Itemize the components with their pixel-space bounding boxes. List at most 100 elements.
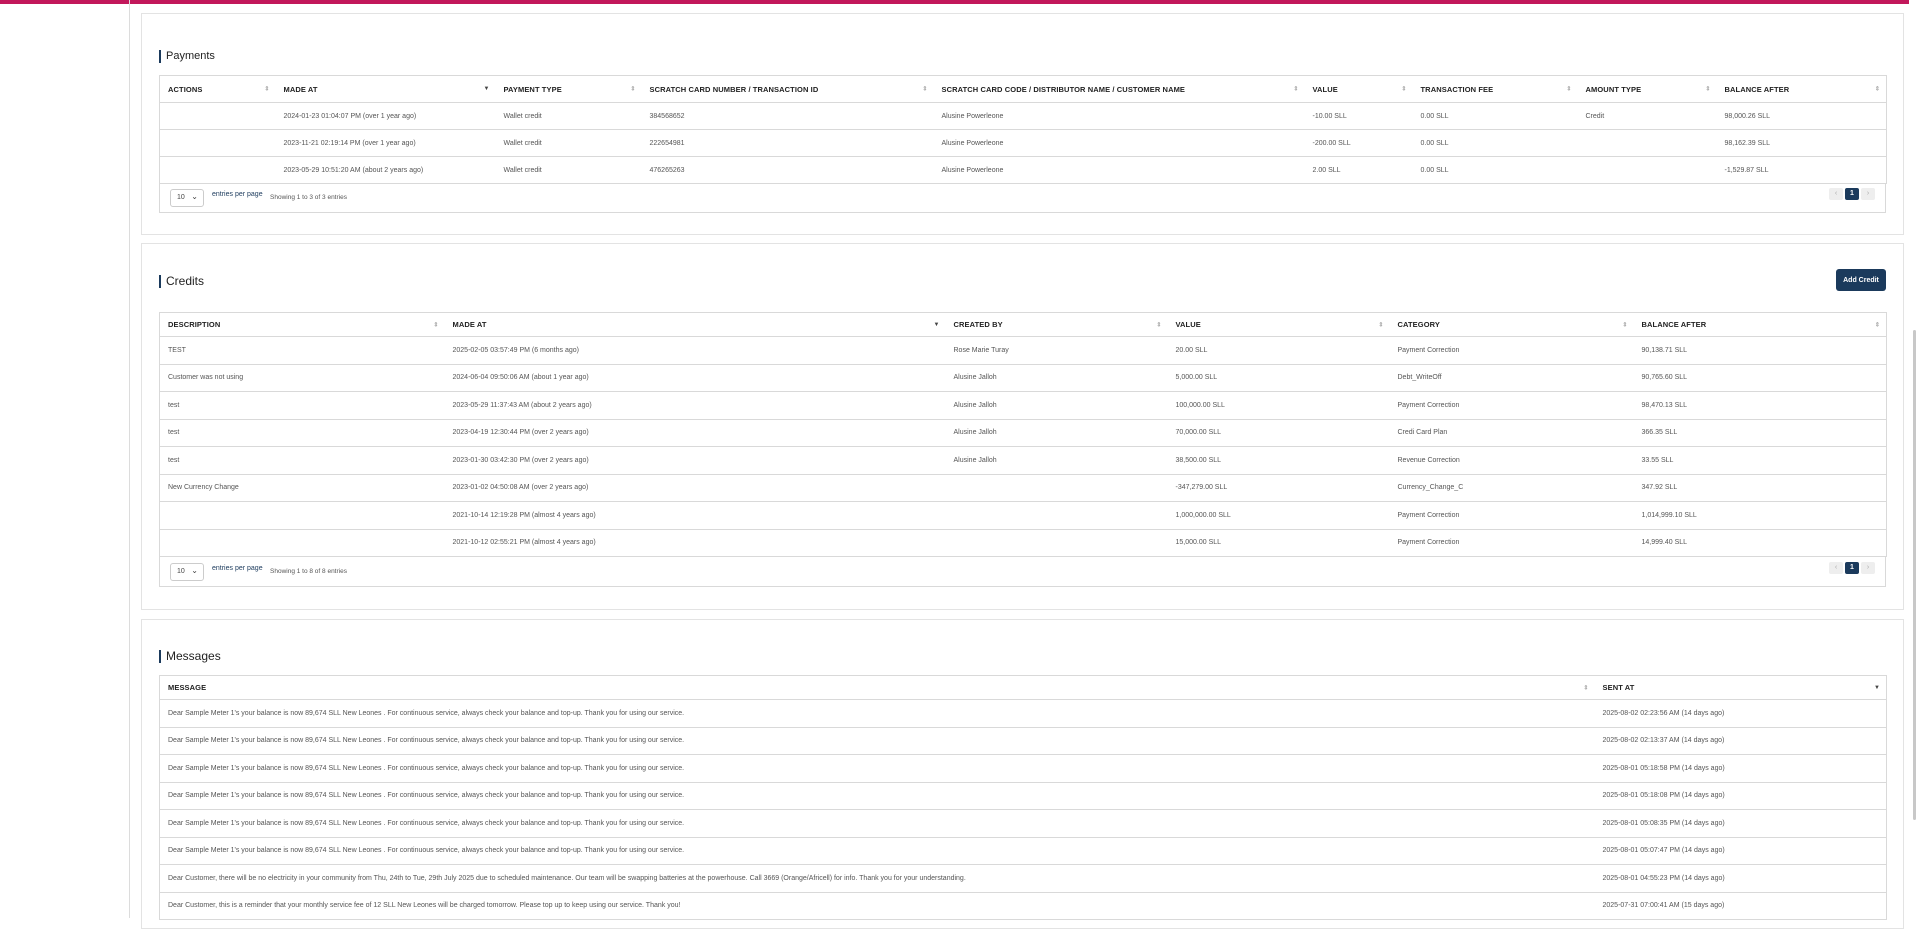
per-page-select[interactable]: 10 ⌄ (170, 189, 204, 207)
sort-icon[interactable]: ⇕ (1401, 86, 1406, 93)
sort-icon[interactable]: ⇕ (1293, 86, 1298, 93)
page-scrollbar[interactable] (1909, 0, 1917, 918)
prev-page-button[interactable]: ‹ (1829, 188, 1843, 200)
cell-category: Payment Correction (1389, 528, 1634, 557)
cell-amount-type (1577, 156, 1717, 184)
cell-message: Dear Sample Meter 1's your balance is no… (159, 809, 1595, 838)
col-header-amount-type[interactable]: AMOUNT TYPE ⇕ (1577, 75, 1717, 103)
credits-table: DESCRIPTION ⇕ MADE AT ▼ CREATED BY ⇕ VALUE ⇕… (159, 312, 1887, 557)
sort-icon[interactable]: ⇕ (1566, 86, 1571, 93)
cell-value: 2.00 SLL (1304, 156, 1413, 184)
cell-category: Payment Correction (1389, 336, 1634, 365)
sort-icon[interactable]: ⇕ (1875, 86, 1880, 93)
sort-icon[interactable]: ⇕ (1583, 684, 1588, 691)
cell-made-at: 2023-01-30 03:42:30 PM (over 2 years ago… (444, 446, 946, 475)
cell-value: 5,000.00 SLL (1167, 363, 1390, 392)
sort-icon[interactable]: ⇕ (264, 86, 269, 93)
cell-value: -347,279.00 SLL (1167, 473, 1390, 502)
cell-message: Dear Customer, there will be no electric… (159, 864, 1595, 893)
table-row: TEST 2025-02-05 03:57:49 PM (6 months ag… (159, 336, 1887, 365)
sort-icon[interactable]: ⇕ (433, 321, 438, 328)
credits-title: Credits (159, 275, 204, 288)
cell-message: Dear Sample Meter 1's your balance is no… (159, 836, 1595, 865)
next-page-button[interactable]: › (1861, 188, 1875, 200)
sort-icon[interactable]: ⇕ (1705, 86, 1710, 93)
cell-value: 100,000.00 SLL (1167, 391, 1390, 420)
cell-actions (159, 102, 276, 130)
pagination: ‹ 1 › (1829, 562, 1875, 574)
add-credit-button[interactable]: Add Credit (1836, 269, 1886, 291)
col-header-sent-at[interactable]: SENT AT ▼ (1594, 675, 1887, 700)
col-header-made-at[interactable]: MADE AT ▼ (444, 312, 946, 337)
col-header-value[interactable]: VALUE ⇕ (1167, 312, 1390, 337)
messages-card: Messages MESSAGE ⇕ SENT AT ▼ Dear Sample M… (141, 619, 1904, 929)
payments-card: Payments ACTIONS ⇕ MADE AT ▼ PAYMENT TYPE ⇕… (141, 13, 1904, 235)
cell-actions (159, 129, 276, 157)
sort-icon[interactable]: ⇕ (1156, 321, 1161, 328)
col-header-balance-after[interactable]: BALANCE AFTER ⇕ (1716, 75, 1887, 103)
col-header-customer-name[interactable]: SCRATCH CARD CODE / DISTRIBUTOR NAME / C… (933, 75, 1305, 103)
cell-created-by: Alusine Jalloh (945, 391, 1168, 420)
payments-title: Payments (159, 50, 215, 63)
table-row: Dear Customer, there will be no electric… (159, 864, 1887, 893)
payments-table: ACTIONS ⇕ MADE AT ▼ PAYMENT TYPE ⇕ SCRATCH … (159, 75, 1887, 184)
col-header-made-at[interactable]: MADE AT ▼ (275, 75, 496, 103)
prev-page-button[interactable]: ‹ (1829, 562, 1843, 574)
col-header-category[interactable]: CATEGORY ⇕ (1389, 312, 1634, 337)
sort-desc-icon[interactable]: ▼ (933, 322, 939, 328)
cell-payment-type: Wallet credit (495, 129, 642, 157)
cell-category: Payment Correction (1389, 391, 1634, 420)
cell-payment-type: Wallet credit (495, 102, 642, 130)
cell-message: Dear Sample Meter 1's your balance is no… (159, 781, 1595, 810)
next-page-button[interactable]: › (1861, 562, 1875, 574)
page-button-current[interactable]: 1 (1845, 188, 1859, 200)
col-header-payment-type[interactable]: PAYMENT TYPE ⇕ (495, 75, 642, 103)
per-page-label: entries per page (212, 565, 263, 572)
col-header-created-by[interactable]: CREATED BY ⇕ (945, 312, 1168, 337)
cell-balance-after: 1,014,999.10 SLL (1633, 501, 1887, 530)
cell-made-at: 2025-02-05 03:57:49 PM (6 months ago) (444, 336, 946, 365)
sort-icon[interactable]: ⇕ (630, 86, 635, 93)
table-row: Dear Customer, this is a reminder that y… (159, 891, 1887, 920)
sort-desc-icon[interactable]: ▼ (1874, 685, 1880, 691)
cell-value: 15,000.00 SLL (1167, 528, 1390, 557)
sort-icon[interactable]: ⇕ (1622, 321, 1627, 328)
col-header-transaction-id[interactable]: SCRATCH CARD NUMBER / TRANSACTION ID ⇕ (641, 75, 934, 103)
cell-message: Dear Sample Meter 1's your balance is no… (159, 754, 1595, 783)
cell-sent-at: 2025-08-02 02:23:56 AM (14 days ago) (1594, 699, 1887, 728)
cell-category: Payment Correction (1389, 501, 1634, 530)
cell-balance-after-negative: -1,529.87 SLL (1716, 156, 1887, 184)
cell-made-at: 2023-04-19 12:30:44 PM (over 2 years ago… (444, 418, 946, 447)
cell-category: Credi Card Plan (1389, 418, 1634, 447)
col-header-description[interactable]: DESCRIPTION ⇕ (159, 312, 445, 337)
table-row: 2024-01-23 01:04:07 PM (over 1 year ago)… (159, 102, 1887, 130)
entries-info: Showing 1 to 8 of 8 entries (270, 568, 347, 575)
credits-table-footer: 10 ⌄ entries per page Showing 1 to 8 of 8… (159, 557, 1886, 587)
col-header-value[interactable]: VALUE ⇕ (1304, 75, 1413, 103)
cell-sent-at: 2025-08-01 05:18:58 PM (14 days ago) (1594, 754, 1887, 783)
cell-customer-name: Alusine Powerleone (933, 102, 1305, 130)
entries-info: Showing 1 to 3 of 3 entries (270, 194, 347, 201)
cell-description: Customer was not using (159, 363, 445, 392)
page-button-current[interactable]: 1 (1845, 562, 1859, 574)
sort-icon[interactable]: ⇕ (1378, 321, 1383, 328)
sort-icon[interactable]: ⇕ (922, 86, 927, 93)
cell-sent-at: 2025-08-01 05:18:08 PM (14 days ago) (1594, 781, 1887, 810)
cell-transaction-id: 222654981 (641, 129, 934, 157)
col-header-actions[interactable]: ACTIONS ⇕ (159, 75, 276, 103)
cell-balance-after: 98,000.26 SLL (1716, 102, 1887, 130)
cell-made-at: 2023-01-02 04:50:08 AM (over 2 years ago… (444, 473, 946, 502)
sort-desc-icon[interactable]: ▼ (483, 86, 489, 92)
col-header-message[interactable]: MESSAGE ⇕ (159, 675, 1595, 700)
cell-value: -10.00 SLL (1304, 102, 1413, 130)
cell-description: New Currency Change (159, 473, 445, 502)
col-header-transaction-fee[interactable]: TRANSACTION FEE ⇕ (1412, 75, 1578, 103)
scrollbar-thumb[interactable] (1913, 330, 1916, 820)
col-header-balance-after[interactable]: BALANCE AFTER ⇕ (1633, 312, 1887, 337)
sort-icon[interactable]: ⇕ (1875, 321, 1880, 328)
cell-balance-after: 33.55 SLL (1633, 446, 1887, 475)
per-page-label: entries per page (212, 191, 263, 198)
cell-description: TEST (159, 336, 445, 365)
credits-card: Credits Add Credit DESCRIPTION ⇕ MADE AT ▼… (141, 243, 1904, 610)
per-page-select[interactable]: 10 ⌄ (170, 563, 204, 581)
